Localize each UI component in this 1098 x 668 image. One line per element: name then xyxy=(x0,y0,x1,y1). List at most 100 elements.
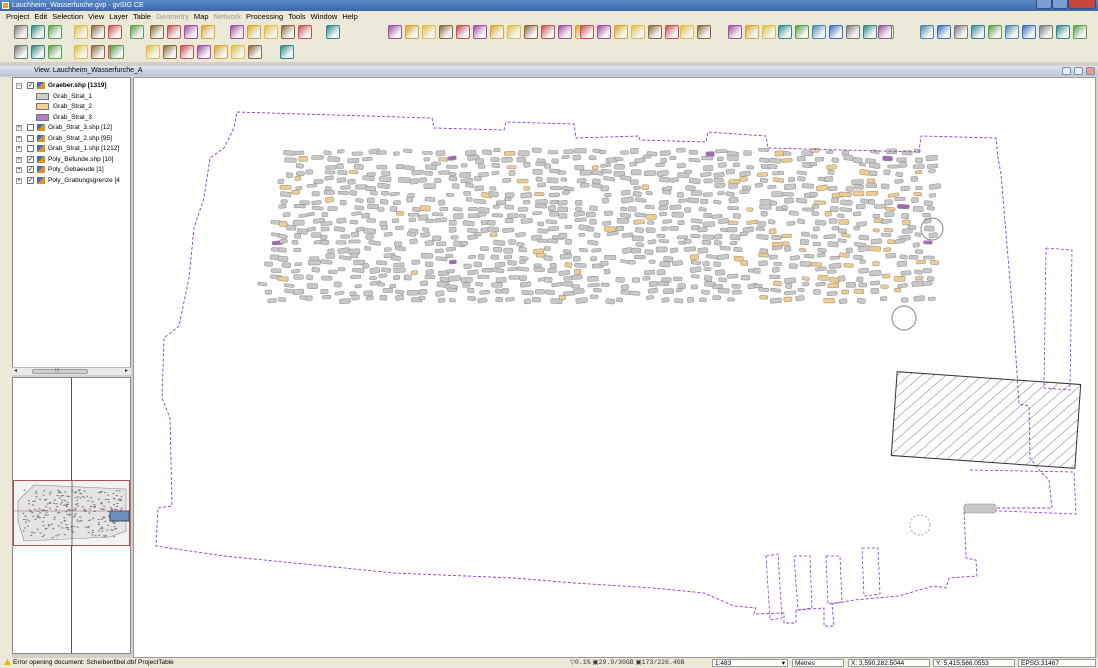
grave-feature[interactable] xyxy=(714,269,726,276)
grave-feature[interactable] xyxy=(393,274,401,281)
grave-feature[interactable] xyxy=(645,213,657,220)
grave-feature[interactable] xyxy=(725,191,735,197)
close-button[interactable] xyxy=(1068,0,1096,9)
grave-feature[interactable] xyxy=(380,224,388,231)
grave-feature[interactable] xyxy=(460,241,469,246)
grave-feature[interactable] xyxy=(575,199,583,206)
grave-feature[interactable] xyxy=(845,186,854,192)
grave-feature[interactable] xyxy=(676,147,686,153)
grave-feature[interactable] xyxy=(333,226,346,233)
toolbar1-tool-48-icon[interactable] xyxy=(878,25,892,39)
layer-visibility-checkbox[interactable] xyxy=(27,134,34,142)
grave-feature[interactable] xyxy=(915,185,923,191)
grave-feature[interactable] xyxy=(306,226,316,232)
grave-feature[interactable] xyxy=(839,191,852,197)
grave-feature[interactable] xyxy=(912,164,925,169)
grave-feature[interactable] xyxy=(448,172,457,177)
grave-feature[interactable] xyxy=(280,199,288,204)
grave-feature[interactable] xyxy=(462,282,471,288)
grave-feature[interactable] xyxy=(347,179,356,185)
grave-feature[interactable] xyxy=(294,150,305,156)
grave-feature[interactable] xyxy=(578,247,588,253)
grave-feature[interactable] xyxy=(644,249,654,255)
grave-feature[interactable] xyxy=(308,259,321,266)
grave-feature[interactable] xyxy=(337,267,346,272)
grave-feature[interactable] xyxy=(621,196,634,204)
grave-feature[interactable] xyxy=(477,164,486,169)
grave-feature[interactable] xyxy=(914,232,922,237)
grave-feature[interactable] xyxy=(479,289,490,295)
grave-feature[interactable] xyxy=(826,164,837,170)
grave-feature[interactable] xyxy=(669,204,682,210)
grave-feature[interactable] xyxy=(661,297,670,303)
grave-feature[interactable] xyxy=(293,274,304,280)
grave-feature[interactable] xyxy=(726,227,738,233)
grave-feature[interactable] xyxy=(795,197,808,204)
grave-feature[interactable] xyxy=(713,177,724,183)
grave-feature[interactable] xyxy=(731,284,741,289)
grave-feature[interactable] xyxy=(323,150,332,156)
grave-feature[interactable] xyxy=(627,260,636,265)
grave-feature[interactable] xyxy=(560,177,568,182)
grave-feature[interactable] xyxy=(823,297,835,304)
menu-tools[interactable]: Tools xyxy=(288,12,306,21)
grave-feature[interactable] xyxy=(306,274,313,281)
grave-feature[interactable] xyxy=(361,212,371,219)
grave-feature[interactable] xyxy=(767,184,777,189)
grave-feature[interactable] xyxy=(730,240,738,246)
grave-feature[interactable] xyxy=(894,287,902,293)
grave-feature[interactable] xyxy=(853,184,864,190)
layer-visibility-checkbox[interactable] xyxy=(27,145,34,152)
grave-feature[interactable] xyxy=(619,175,632,181)
grave-feature[interactable] xyxy=(449,298,456,303)
grave-feature[interactable] xyxy=(733,247,743,252)
toolbar1-tool-7-icon[interactable] xyxy=(130,25,144,39)
grave-feature[interactable] xyxy=(579,183,590,188)
toolbar1-tool-40-icon[interactable] xyxy=(762,25,776,39)
grave-feature[interactable] xyxy=(298,156,308,162)
menu-project[interactable]: Project xyxy=(6,12,29,21)
grave-feature[interactable] xyxy=(574,268,582,275)
grave-feature[interactable] xyxy=(481,268,493,273)
toolbar1-tool-31-icon[interactable] xyxy=(597,25,611,39)
grave-feature[interactable] xyxy=(379,176,392,183)
grave-feature[interactable] xyxy=(438,157,449,162)
grave-feature[interactable] xyxy=(257,281,268,287)
grave-feature[interactable] xyxy=(753,267,761,274)
grave-feature[interactable] xyxy=(884,228,893,233)
grave-feature[interactable] xyxy=(698,207,707,212)
grave-feature[interactable] xyxy=(843,154,854,161)
expand-toggle-icon[interactable]: + xyxy=(16,156,22,163)
grave-feature[interactable] xyxy=(558,294,566,301)
grave-feature[interactable] xyxy=(629,290,641,296)
grave-feature[interactable] xyxy=(277,255,289,262)
expand-toggle-icon[interactable]: + xyxy=(16,125,22,131)
grave-feature[interactable] xyxy=(655,246,668,253)
grave-feature[interactable] xyxy=(575,206,582,212)
grave-feature[interactable] xyxy=(916,259,927,265)
grave-feature[interactable] xyxy=(547,238,559,244)
grave-feature[interactable] xyxy=(644,204,655,210)
grave-feature[interactable] xyxy=(771,235,782,240)
grave-feature[interactable] xyxy=(270,268,282,274)
grave-feature[interactable] xyxy=(605,298,616,305)
grave-feature[interactable] xyxy=(320,226,330,232)
toc-layer-row[interactable]: + Grab_Strat_3.shp [12] xyxy=(13,123,130,133)
grave-feature[interactable] xyxy=(659,211,667,217)
grave-feature[interactable] xyxy=(294,262,303,266)
grave-feature[interactable] xyxy=(697,247,709,254)
grave-feature[interactable] xyxy=(677,283,686,290)
grave-feature[interactable] xyxy=(774,150,785,157)
grave-feature[interactable] xyxy=(645,227,656,233)
grave-feature[interactable] xyxy=(703,178,713,184)
grave-feature[interactable] xyxy=(409,238,418,245)
grave-feature[interactable] xyxy=(491,162,501,169)
grave-feature[interactable] xyxy=(366,295,374,301)
grave-feature[interactable] xyxy=(927,296,936,301)
grave-feature[interactable] xyxy=(336,177,347,183)
grave-feature[interactable] xyxy=(840,199,853,206)
grave-feature[interactable] xyxy=(759,295,769,300)
grave-feature[interactable] xyxy=(727,206,740,211)
grave-feature[interactable] xyxy=(563,249,572,254)
grave-feature[interactable] xyxy=(656,233,666,238)
